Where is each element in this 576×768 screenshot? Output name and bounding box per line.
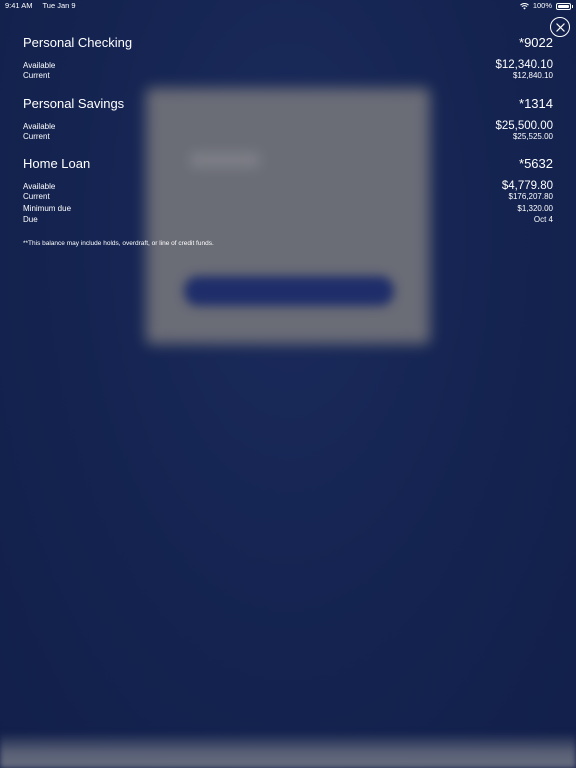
account-number: *1314 xyxy=(519,95,553,111)
balance-label: Minimum due xyxy=(23,203,72,213)
balance-label: Current xyxy=(23,71,50,80)
balance-row-current: Current $12,840.10 xyxy=(23,71,553,83)
account-name: Personal Savings xyxy=(23,95,125,111)
balance-label: Available xyxy=(23,61,56,70)
balance-label: Current xyxy=(23,131,50,141)
balance-label: Available xyxy=(23,121,56,131)
balance-label: Current xyxy=(23,192,50,201)
account-number: *9022 xyxy=(519,35,553,50)
balance-value: $25,500.00 xyxy=(495,119,553,132)
account-name: Personal Checking xyxy=(23,35,133,50)
status-date: Tue Jan 9 xyxy=(42,1,76,10)
blurred-background-button xyxy=(184,276,394,306)
balance-value: $176,207.80 xyxy=(508,192,554,201)
account-name: Home Loan xyxy=(23,156,91,171)
close-icon xyxy=(555,22,565,32)
battery-percentage: 100% xyxy=(532,1,552,10)
battery-icon xyxy=(556,2,573,10)
balance-row-available: Available $25,500.00 xyxy=(23,120,553,132)
balance-value: $12,340.10 xyxy=(495,59,553,71)
balance-value: Oct 4 xyxy=(533,215,553,224)
balance-row-available: Available $4,779.80 xyxy=(23,180,553,192)
status-bar: 9:41 AM Tue Jan 9 100% xyxy=(0,0,576,12)
balance-value: $25,525.00 xyxy=(512,131,553,141)
wifi-icon xyxy=(519,2,529,9)
status-time: 9:41 AM xyxy=(5,1,33,10)
account-number: *5632 xyxy=(519,156,553,171)
blurred-bottom-bar xyxy=(0,732,576,768)
balance-row-available: Available $12,340.10 xyxy=(23,59,553,71)
account-home-loan[interactable]: Home Loan *5632 Available $4,779.80 Curr… xyxy=(23,156,553,227)
account-personal-savings[interactable]: Personal Savings *1314 Available $25,500… xyxy=(23,96,553,144)
balance-label: Available xyxy=(23,182,56,191)
balance-footnote: **This balance may include holds, overdr… xyxy=(23,239,214,247)
balance-row-current: Current $25,525.00 xyxy=(23,132,553,144)
close-button[interactable] xyxy=(550,17,570,37)
balance-value: $1,320.00 xyxy=(517,203,553,213)
balance-row-current: Current $176,207.80 xyxy=(23,192,553,204)
balance-row-minimum-due: Minimum due $1,320.00 xyxy=(23,204,553,216)
account-balances-panel: Personal Checking *9022 Available $12,34… xyxy=(23,35,553,247)
balance-label: Due xyxy=(23,215,38,224)
balance-row-due-date: Due Oct 4 xyxy=(23,215,553,227)
balance-value: $12,840.10 xyxy=(512,71,553,80)
balance-value: $4,779.80 xyxy=(501,180,553,192)
account-personal-checking[interactable]: Personal Checking *9022 Available $12,34… xyxy=(23,35,553,83)
